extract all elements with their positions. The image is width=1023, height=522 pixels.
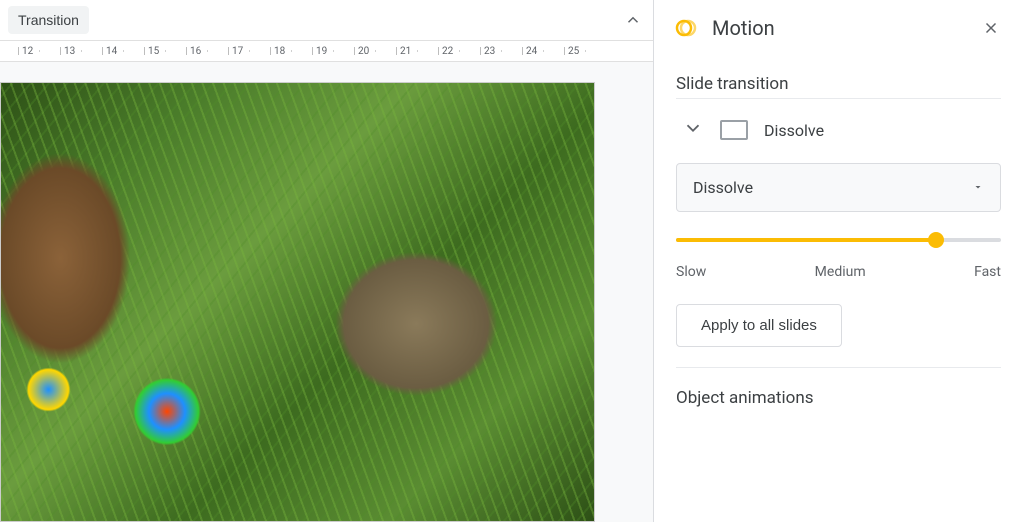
chevron-down-icon xyxy=(682,117,704,139)
ruler-tick: 19 xyxy=(312,41,327,61)
ruler-tick: 15 xyxy=(144,41,159,61)
speed-label-slow: Slow xyxy=(676,264,706,280)
current-transition-label: Dissolve xyxy=(764,121,824,140)
ruler-tick: 14 xyxy=(102,41,117,61)
speed-label-medium: Medium xyxy=(815,264,866,280)
object-animations-heading: Object animations xyxy=(676,388,1001,408)
ruler-tick: 23 xyxy=(480,41,495,61)
ruler-tick: 24 xyxy=(522,41,537,61)
dropdown-selected-value: Dissolve xyxy=(693,178,753,197)
slide-thumb-icon xyxy=(720,120,748,140)
motion-panel: Motion Slide transition Dissolve Dissolv… xyxy=(653,0,1023,522)
ruler-tick: 22 xyxy=(438,41,453,61)
chevron-up-icon xyxy=(624,11,642,29)
ruler-tick: 16 xyxy=(186,41,201,61)
ruler-tick: 12 xyxy=(18,41,33,61)
collapse-toolbar-caret[interactable] xyxy=(621,8,645,32)
ruler-tick: 18 xyxy=(270,41,285,61)
ruler-tick: 25 xyxy=(564,41,579,61)
ruler-tick: 17 xyxy=(228,41,243,61)
ruler-tick: 21 xyxy=(396,41,411,61)
collapse-transition-button[interactable] xyxy=(682,117,704,143)
speed-slider[interactable]: Slow Medium Fast xyxy=(676,238,1001,280)
slider-thumb[interactable] xyxy=(928,232,944,248)
slide-canvas[interactable] xyxy=(0,62,653,522)
panel-title: Motion xyxy=(712,16,965,40)
speed-label-fast: Fast xyxy=(974,264,1001,280)
ruler-tick: 13 xyxy=(60,41,75,61)
close-icon xyxy=(982,19,1000,37)
close-panel-button[interactable] xyxy=(979,16,1003,40)
transition-type-dropdown[interactable]: Dissolve xyxy=(676,163,1001,212)
transition-button[interactable]: Transition xyxy=(8,6,89,34)
horizontal-ruler: 12 13 14 15 16 17 18 19 20 21 22 23 24 25 xyxy=(0,40,653,62)
dropdown-caret-icon xyxy=(972,178,984,197)
slide-content-image xyxy=(0,82,595,522)
ruler-tick: 20 xyxy=(354,41,369,61)
apply-to-all-button[interactable]: Apply to all slides xyxy=(676,304,842,347)
slide-transition-heading: Slide transition xyxy=(676,74,1001,94)
motion-icon xyxy=(674,16,698,40)
